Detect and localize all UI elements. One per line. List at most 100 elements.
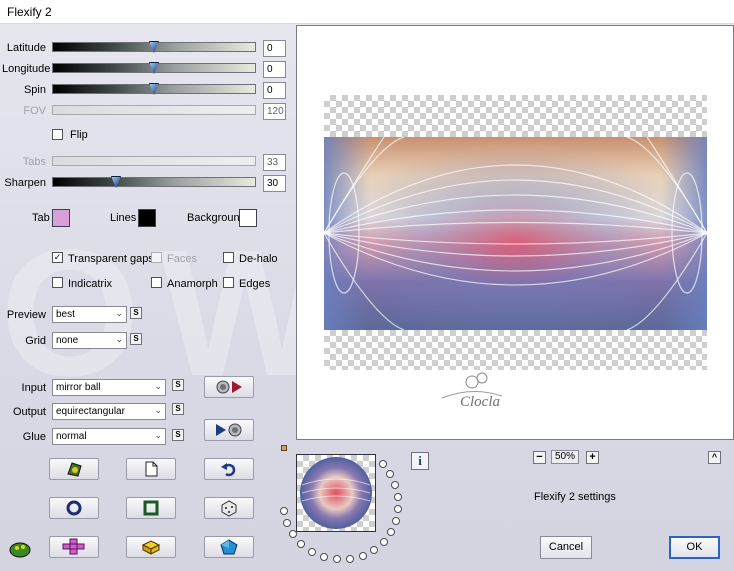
navigator-thumbnail[interactable] xyxy=(296,454,376,532)
sharpen-value[interactable]: 30 xyxy=(263,175,286,192)
chevron-down-icon: ⌄ xyxy=(115,308,123,318)
tab-color-swatch[interactable] xyxy=(52,209,70,227)
chevron-down-icon: ⌄ xyxy=(115,334,123,344)
flexify-logo xyxy=(8,538,32,561)
preview-select[interactable]: best ⌄ xyxy=(52,306,127,323)
background-color-label: Background xyxy=(187,212,246,224)
new-document-button[interactable] xyxy=(126,458,176,480)
anamorph-checkbox[interactable] xyxy=(151,277,162,288)
info-button[interactable]: i xyxy=(411,452,429,470)
faces-label: Faces xyxy=(167,253,197,265)
input-projection-select[interactable]: mirror ball ⌄ xyxy=(52,379,166,396)
ring-dot xyxy=(289,530,297,538)
glue-s-button[interactable]: S xyxy=(172,429,184,441)
spin-value[interactable]: 0 xyxy=(263,82,286,99)
grid-label: Grid xyxy=(25,335,46,347)
polyhedron-icon xyxy=(220,539,238,555)
cube-button[interactable] xyxy=(126,536,176,558)
output-projection-select[interactable]: equirectangular ⌄ xyxy=(52,403,166,420)
swap-output-input-button[interactable] xyxy=(204,419,254,441)
preview-select-value: best xyxy=(56,309,75,320)
tabs-value: 33 xyxy=(263,154,286,171)
transparency-bottom xyxy=(324,330,707,370)
cube-net-button[interactable] xyxy=(49,536,99,558)
sharpen-slider[interactable] xyxy=(52,176,256,188)
transparent-gaps-checkbox[interactable]: ✓ xyxy=(52,252,63,263)
glue-label: Glue xyxy=(22,431,46,443)
chevron-down-icon: ⌄ xyxy=(154,430,162,440)
spin-slider-thumb[interactable] xyxy=(149,83,159,95)
latitude-value[interactable]: 0 xyxy=(263,40,286,57)
ring-dot xyxy=(320,553,328,561)
grid-s-button[interactable]: S xyxy=(130,333,142,345)
spin-slider[interactable] xyxy=(52,83,256,95)
ok-button[interactable]: OK xyxy=(669,536,720,559)
transparency-top xyxy=(324,95,707,137)
grid-select-value: none xyxy=(56,335,79,346)
edges-checkbox[interactable] xyxy=(223,277,234,288)
latitude-slider-thumb[interactable] xyxy=(149,41,159,53)
preview-s-button[interactable]: S xyxy=(130,307,142,319)
longitude-label: Longitude xyxy=(2,63,51,75)
de-halo-checkbox[interactable] xyxy=(223,252,234,263)
flip-label: Flip xyxy=(70,129,88,141)
new-document-icon xyxy=(145,461,158,477)
ring-dot xyxy=(370,546,378,554)
longitude-slider[interactable] xyxy=(52,62,256,74)
zoom-in-button[interactable]: + xyxy=(586,451,599,464)
swap-output-input-icon xyxy=(216,423,242,437)
fov-value: 120 xyxy=(263,103,286,120)
cube-icon xyxy=(141,540,161,555)
tabs-label: Tabs xyxy=(22,156,46,168)
ring-dot xyxy=(308,548,316,556)
ring-dot xyxy=(392,517,400,525)
glue-select[interactable]: normal ⌄ xyxy=(52,428,166,445)
longitude-slider-thumb[interactable] xyxy=(149,62,159,74)
ring-dot xyxy=(379,460,387,468)
glue-select-value: normal xyxy=(56,431,87,442)
cancel-button[interactable]: Cancel xyxy=(540,536,592,559)
info-icon: i xyxy=(418,453,422,468)
ring-icon xyxy=(66,500,82,516)
lines-color-swatch[interactable] xyxy=(138,209,156,227)
ring-dot xyxy=(283,519,291,527)
ring-dot xyxy=(391,481,399,489)
sharpen-label: Sharpen xyxy=(4,177,46,189)
ring-dot xyxy=(394,505,402,513)
grid-select[interactable]: none ⌄ xyxy=(52,332,127,349)
longitude-value[interactable]: 0 xyxy=(263,61,286,78)
latitude-slider[interactable] xyxy=(52,41,256,53)
indicatrix-checkbox[interactable] xyxy=(52,277,63,288)
tabs-slider xyxy=(52,156,256,166)
background-color-swatch[interactable] xyxy=(239,209,257,227)
undo-button[interactable] xyxy=(204,458,254,480)
spin-label: Spin xyxy=(23,84,46,96)
sharpen-slider-thumb[interactable] xyxy=(111,176,121,188)
de-halo-label: De-halo xyxy=(239,253,278,265)
ring-dot xyxy=(359,552,367,560)
checkmark-icon: ✓ xyxy=(53,252,62,262)
faces-checkbox xyxy=(151,252,162,263)
flip-checkbox[interactable] xyxy=(52,129,63,140)
dice-button[interactable] xyxy=(204,497,254,519)
swap-input-output-icon xyxy=(216,380,242,394)
lines-color-label: Lines xyxy=(110,212,137,224)
ring-dot xyxy=(380,538,388,546)
collapse-button[interactable]: ^ xyxy=(708,451,721,464)
polyhedron-button[interactable] xyxy=(204,536,254,558)
square-frame-button[interactable] xyxy=(126,497,176,519)
indicatrix-label: Indicatrix xyxy=(68,278,113,290)
swap-input-output-button[interactable] xyxy=(204,376,254,398)
randomize-button[interactable] xyxy=(49,458,99,480)
input-s-button[interactable]: S xyxy=(172,379,184,391)
transparent-gaps-label: Transparent gaps xyxy=(68,253,154,265)
output-select-value: equirectangular xyxy=(56,406,125,417)
zoom-out-button[interactable]: − xyxy=(533,451,546,464)
signature-text: Clocla xyxy=(460,394,500,410)
output-s-button[interactable]: S xyxy=(172,403,184,415)
chevron-down-icon: ⌄ xyxy=(154,405,162,415)
ring-dot xyxy=(387,528,395,536)
preview-label: Preview xyxy=(6,309,46,321)
navigator-handle[interactable] xyxy=(281,445,287,451)
ring-button[interactable] xyxy=(49,497,99,519)
